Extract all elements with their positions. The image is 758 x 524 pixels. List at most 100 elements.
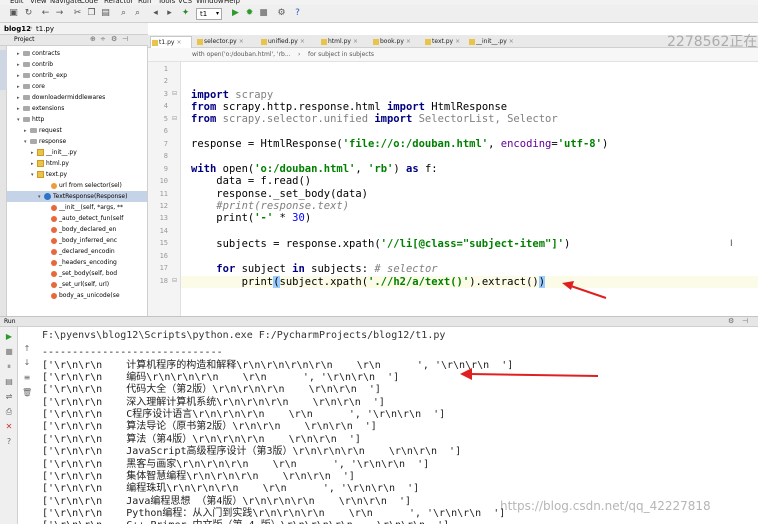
- stop-icon[interactable]: ■: [4, 347, 14, 357]
- pause-icon[interactable]: ⏸: [4, 362, 14, 372]
- tab-label: text.py: [432, 38, 454, 45]
- close-icon[interactable]: ×: [353, 38, 358, 45]
- help-icon[interactable]: ?: [4, 437, 14, 447]
- gear-icon[interactable]: ⚙: [728, 317, 734, 325]
- settings-icon[interactable]: ⚙: [276, 8, 287, 19]
- fold-open-icon[interactable]: ⊟: [172, 277, 177, 284]
- replace-icon[interactable]: ⌕: [132, 8, 143, 19]
- close-icon[interactable]: ×: [509, 38, 514, 45]
- trash-icon[interactable]: 🗑: [22, 388, 32, 398]
- tab-text[interactable]: text.py ×: [424, 36, 466, 48]
- scroll-up-icon[interactable]: ↑: [22, 344, 32, 354]
- tree-item[interactable]: ▸ __init__.py: [7, 147, 147, 158]
- rerun-icon[interactable]: ▶: [4, 332, 14, 342]
- scroll-from-source-icon[interactable]: ÷: [100, 35, 106, 43]
- tree-item[interactable]: ▸ downloadermiddlewares: [7, 92, 147, 103]
- tree-item-label: downloadermiddlewares: [32, 94, 106, 101]
- editor-breadcrumb-item[interactable]: for subject in subjects: [308, 48, 374, 62]
- keyword: from: [191, 113, 217, 125]
- debug-icon[interactable]: ✹: [244, 8, 255, 19]
- hide-icon[interactable]: ⊣: [122, 35, 128, 43]
- save-icon[interactable]: ▣: [8, 8, 19, 19]
- nav-back-icon[interactable]: ◂: [150, 8, 161, 19]
- tab-unified[interactable]: unified.py ×: [260, 36, 318, 48]
- tree-item[interactable]: _set_url(self, url): [7, 279, 147, 290]
- console-output[interactable]: F:\pyenvs\blog12\Scripts\python.exe F:/P…: [18, 327, 758, 524]
- tree-item[interactable]: body_as_unicode(se: [7, 290, 147, 301]
- tab-html[interactable]: html.py ×: [320, 36, 370, 48]
- forward-icon[interactable]: →: [54, 8, 65, 19]
- console-line: ['\r\n\r\n JavaScript高级程序设计（第3版）\r\n\r\n…: [42, 446, 462, 458]
- restore-layout-icon[interactable]: ▤: [4, 377, 14, 387]
- code-editor[interactable]: import scrapy from scrapy.http.response.…: [181, 62, 758, 316]
- tree-item[interactable]: ▸ html.py: [7, 158, 147, 169]
- fold-close-icon[interactable]: ⊟: [172, 115, 177, 122]
- line-number: 4: [163, 102, 168, 111]
- tree-item[interactable]: ▾ response: [7, 136, 147, 147]
- nav-forward-icon[interactable]: ▸: [164, 8, 175, 19]
- close-icon[interactable]: ×: [455, 38, 460, 45]
- scroll-down-icon[interactable]: ↓: [22, 358, 32, 368]
- cut-icon[interactable]: ✂: [72, 8, 83, 19]
- tree-item[interactable]: _set_body(self, bod: [7, 268, 147, 279]
- tree-item[interactable]: _body_declared_en: [7, 224, 147, 235]
- tree-item[interactable]: _declared_encodin: [7, 246, 147, 257]
- build-icon[interactable]: ✦: [180, 8, 191, 19]
- close-icon[interactable]: ×: [300, 38, 305, 45]
- tree-item[interactable]: _auto_detect_fun(self: [7, 213, 147, 224]
- stop-icon[interactable]: ■: [258, 8, 269, 19]
- tree-item[interactable]: ▾ http: [7, 114, 147, 125]
- code-text: scrapy: [228, 89, 274, 101]
- soft-wrap-icon[interactable]: ≡: [22, 373, 32, 383]
- run-icon[interactable]: ▶: [230, 8, 241, 19]
- tab-book[interactable]: book.py ×: [372, 36, 422, 48]
- keyword: from: [191, 101, 217, 113]
- breadcrumb-file[interactable]: t1.py: [34, 24, 64, 34]
- tab-init[interactable]: __init__.py ×: [468, 36, 514, 48]
- code-text: ): [304, 212, 312, 224]
- breadcrumb-project[interactable]: blog12: [2, 24, 31, 34]
- sync-icon[interactable]: ⊕: [90, 35, 96, 43]
- tree-item[interactable]: _headers_encoding: [7, 257, 147, 268]
- print-icon[interactable]: ⎙: [4, 407, 14, 417]
- tab-selector[interactable]: selector.py ×: [196, 36, 258, 48]
- line-number: 5: [163, 114, 168, 123]
- hide-icon[interactable]: ⊣: [742, 317, 748, 325]
- paste-icon[interactable]: ▤: [100, 8, 111, 19]
- editor-breadcrumb-item[interactable]: with open('o:/douban.html', 'rb...: [192, 48, 291, 62]
- code-text: subjects = response.xpath(: [191, 238, 381, 250]
- tree-item[interactable]: ▸ contrib_exp: [7, 70, 147, 81]
- help-icon[interactable]: ?: [292, 8, 303, 19]
- project-tool-tab[interactable]: [0, 50, 7, 90]
- tree-item-label: _body_inferred_enc: [59, 237, 118, 244]
- back-icon[interactable]: ←: [40, 8, 51, 19]
- close-icon[interactable]: ×: [239, 38, 244, 45]
- tree-item[interactable]: url from selector(sel): [7, 180, 147, 191]
- close-icon[interactable]: ×: [406, 38, 411, 45]
- code-text: SelectorList, Selector: [412, 113, 558, 125]
- close-icon[interactable]: ✕: [4, 422, 14, 432]
- tab-t1[interactable]: t1.py ×: [150, 36, 192, 48]
- sync-icon[interactable]: ↻: [23, 8, 34, 19]
- tree-item[interactable]: ▸ request: [7, 125, 147, 136]
- copy-icon[interactable]: ❐: [86, 8, 97, 19]
- tab-label: t1.py: [159, 39, 175, 46]
- tree-item[interactable]: ▾ TextResponse(Response): [7, 191, 147, 202]
- code-line-4: from scrapy.http.response.html import Ht…: [191, 101, 507, 113]
- code-text: ).extract(): [469, 276, 539, 288]
- find-icon[interactable]: ⌕: [118, 8, 129, 19]
- tree-item[interactable]: ▸ contracts: [7, 48, 147, 59]
- wrap-icon[interactable]: ⇌: [4, 392, 14, 402]
- fold-open-icon[interactable]: ⊟: [172, 90, 177, 97]
- gear-icon[interactable]: ⚙: [111, 35, 117, 43]
- tree-item[interactable]: ▸ contrib: [7, 59, 147, 70]
- code-text: ): [563, 238, 571, 250]
- tree-item[interactable]: _body_inferred_enc: [7, 235, 147, 246]
- tree-item[interactable]: __init__(self, *args, **: [7, 202, 147, 213]
- close-icon[interactable]: ×: [176, 39, 181, 46]
- run-config-select[interactable]: t1 ▾: [196, 8, 222, 20]
- tree-item[interactable]: ▸ extensions: [7, 103, 147, 114]
- tree-item[interactable]: ▾ text.py: [7, 169, 147, 180]
- tree-item[interactable]: ▸ core: [7, 81, 147, 92]
- python-file-icon: [197, 39, 203, 45]
